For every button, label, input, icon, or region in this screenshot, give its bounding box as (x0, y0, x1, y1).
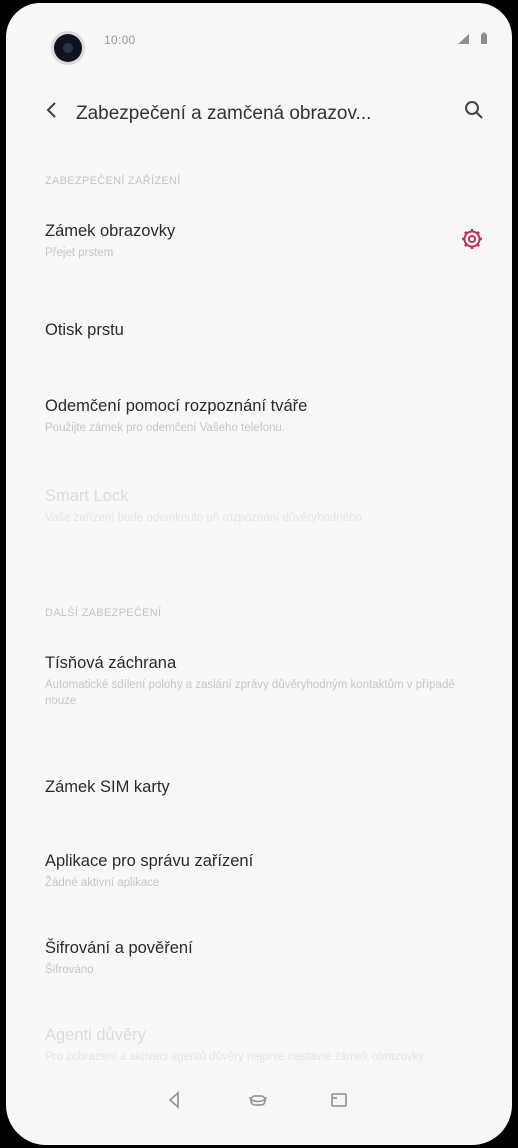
item-subtitle: Vaše zařízení bude odemknuto při rozpozn… (45, 512, 362, 524)
list-item-sim-lock[interactable]: Zámek SIM karty (45, 777, 484, 798)
recent-apps-icon[interactable] (164, 1089, 190, 1115)
item-subtitle: Žádné aktivní aplikace (45, 877, 160, 889)
item-subtitle: Automatické sdílení polohy a zaslání zpr… (45, 679, 455, 707)
item-title: Odemčení pomocí rozpoznání tváře (45, 397, 308, 415)
phone-screen: 10:00 Zabezpečení a zamčená obrazov... Z… (6, 3, 512, 1145)
navigation-bar (6, 1065, 512, 1145)
section-label-device-security: ZABEZPEČENÍ ZAŘÍZENÍ (45, 175, 181, 187)
section-label-other-security: DALŠÍ ZABEZPEČENÍ (45, 607, 162, 619)
list-item-trust-agents: Agenti důvěry Pro zobrazení a aktivaci a… (45, 1025, 484, 1065)
list-item-emergency-sos[interactable]: Tísňová záchrana Automatické sdílení pol… (45, 653, 484, 709)
item-title: Aplikace pro správu zařízení (45, 852, 254, 870)
back-arrow-icon[interactable] (44, 99, 58, 127)
signal-icon (457, 34, 476, 48)
front-camera (54, 34, 82, 62)
home-icon[interactable] (246, 1089, 272, 1115)
item-title: Zámek obrazovky (45, 222, 176, 240)
battery-icon (480, 32, 488, 48)
list-item-screen-lock[interactable]: Zámek obrazovky Přejet prstem (45, 221, 484, 261)
item-subtitle: Přejet prstem (45, 247, 114, 259)
item-title: Šifrování a pověření (45, 939, 193, 957)
list-item-face-recognition[interactable]: Odemčení pomocí rozpoznání tváře Použijt… (45, 396, 484, 436)
list-item-fingerprint[interactable]: Otisk prstu (45, 320, 484, 341)
item-title: Zámek SIM karty (45, 778, 170, 796)
search-icon[interactable] (464, 100, 483, 119)
page-title: Zabezpečení a zamčená obrazov... (76, 103, 372, 124)
item-title: Smart Lock (45, 487, 129, 505)
gear-icon[interactable] (460, 227, 484, 251)
back-icon[interactable] (328, 1089, 354, 1115)
item-subtitle: Použijte zámek pro odemčení Vašeho telef… (45, 422, 286, 434)
list-item-device-admin-apps[interactable]: Aplikace pro správu zařízení Žádné aktiv… (45, 851, 484, 891)
status-time: 10:00 (104, 33, 136, 47)
status-icons (453, 32, 488, 48)
list-item-smart-lock: Smart Lock Vaše zařízení bude odemknuto … (45, 486, 484, 526)
app-header: Zabezpečení a zamčená obrazov... (6, 83, 512, 143)
item-subtitle: Šifrováno (45, 964, 94, 976)
item-title: Agenti důvěry (45, 1026, 146, 1044)
list-item-encryption[interactable]: Šifrování a pověření Šifrováno (45, 938, 484, 978)
item-title: Otisk prstu (45, 321, 124, 339)
item-title: Tísňová záchrana (45, 654, 177, 672)
status-bar: 10:00 (6, 3, 512, 73)
item-subtitle: Pro zobrazení a aktivaci agentů důvěry n… (45, 1051, 425, 1063)
